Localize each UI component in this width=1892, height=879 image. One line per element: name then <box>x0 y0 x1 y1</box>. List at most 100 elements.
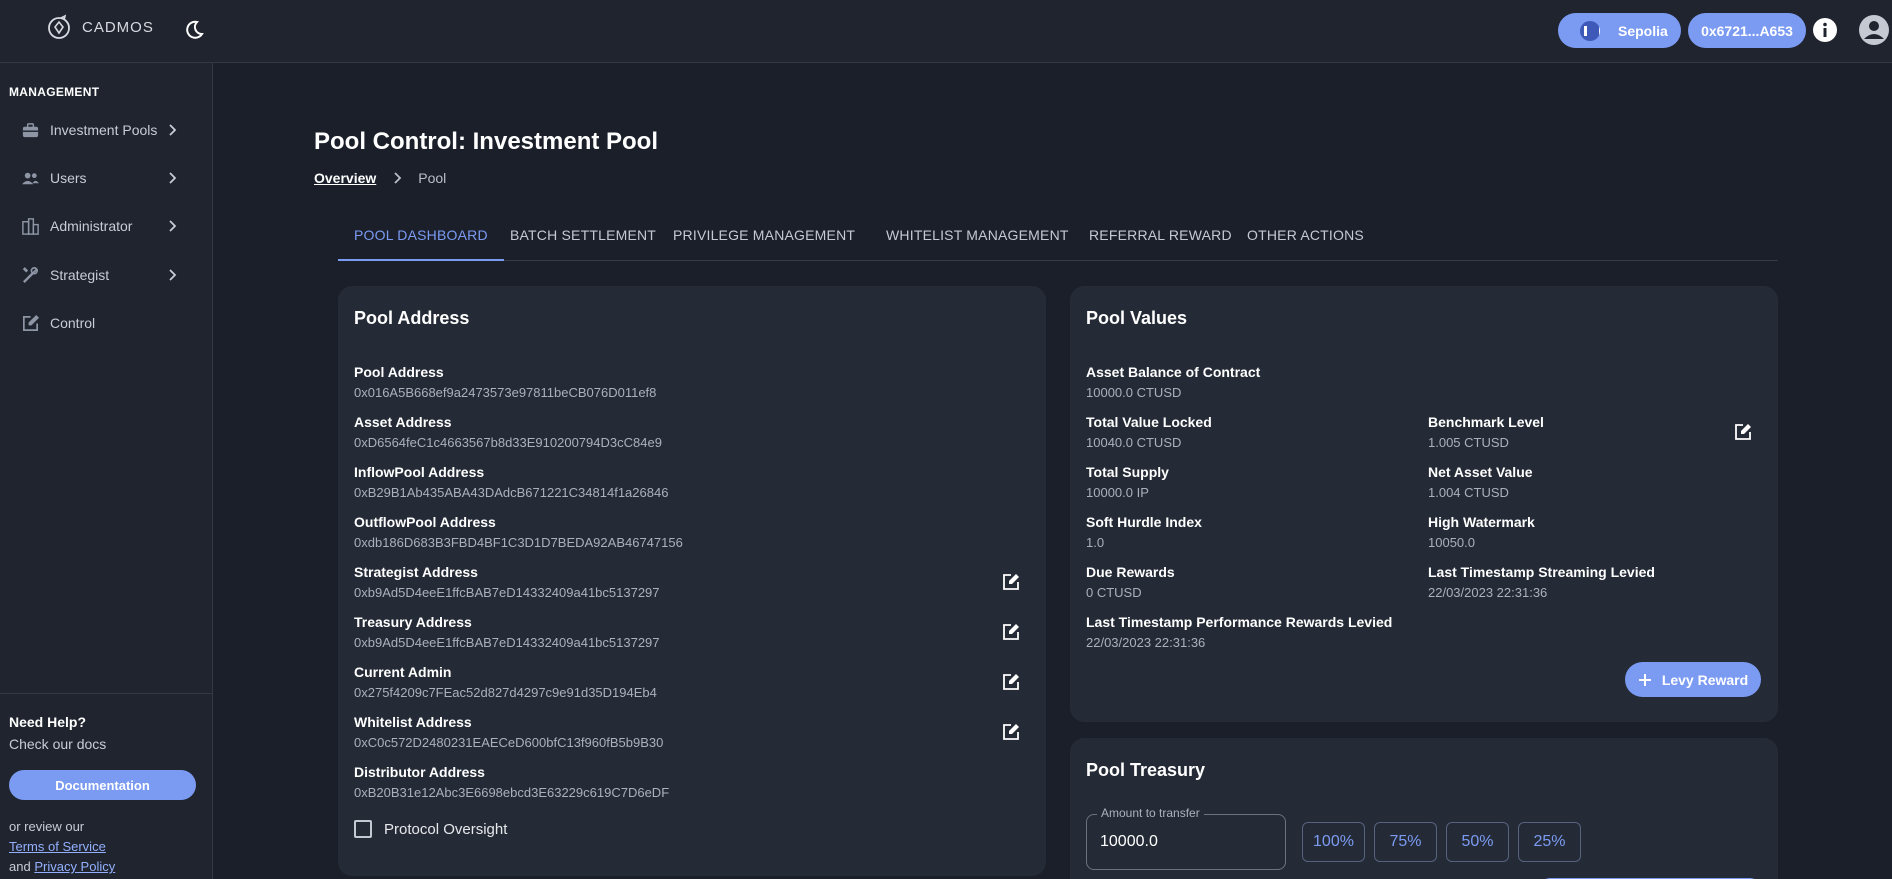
high-watermark-field: High Watermark 10050.0 <box>1428 514 1535 550</box>
breadcrumb-current: Pool <box>418 170 447 186</box>
sidebar-item-control[interactable]: Control <box>9 305 197 341</box>
net-asset-value-field: Net Asset Value 1.004 CTUSD <box>1428 464 1533 500</box>
sidebar-divider <box>0 693 212 694</box>
last-streaming-levied-field: Last Timestamp Streaming Levied 22/03/20… <box>1428 564 1655 600</box>
field-value: 0 CTUSD <box>1086 585 1142 600</box>
field-value: 0xC0c572D2480231EAECeD600bfC13f960fB5b9B… <box>354 735 664 750</box>
field-label: Current Admin <box>354 664 452 680</box>
edit-icon <box>22 314 40 331</box>
field-value: 1.004 CTUSD <box>1428 485 1509 500</box>
total-value-locked-field: Total Value Locked 10040.0 CTUSD <box>1086 414 1212 450</box>
page-title: Pool Control: Investment Pool <box>314 128 659 155</box>
sidebar-item-investment-pools[interactable]: Investment Pools <box>9 112 197 148</box>
levy-reward-label: Levy Reward <box>1661 671 1749 688</box>
plus-icon <box>1638 673 1651 686</box>
sidebar-item-users[interactable]: Users <box>9 160 197 196</box>
briefcase-icon <box>22 122 39 137</box>
terms-of-service-link[interactable]: Terms of Service <box>9 839 106 854</box>
field-label: Asset Balance of Contract <box>1086 364 1261 380</box>
network-button[interactable]: Sepolia <box>1558 13 1681 48</box>
sidebar-item-label: Investment Pools <box>50 122 158 138</box>
asset-balance-field: Asset Balance of Contract 10000.0 CTUSD <box>1086 364 1260 400</box>
field-label: Whitelist Address <box>354 714 472 730</box>
edit-benchmark-icon[interactable] <box>1734 423 1752 441</box>
tab-other-actions[interactable]: OTHER ACTIONS <box>1231 220 1380 261</box>
percent-75-button[interactable]: 75% <box>1374 822 1437 862</box>
field-label: Net Asset Value <box>1428 464 1533 480</box>
chevron-right-icon <box>169 172 177 184</box>
field-value: 22/03/2023 22:31:36 <box>1428 585 1548 600</box>
field-label: Last Timestamp Performance Rewards Levie… <box>1086 614 1393 630</box>
edit-admin-icon[interactable] <box>1002 673 1020 691</box>
asset-address-field: Asset Address 0xD6564feC1c4663567b8d33E9… <box>354 414 662 450</box>
account-address-label: 0x6721...A653 <box>1701 22 1793 39</box>
field-label: Distributor Address <box>354 764 485 780</box>
card-title: Pool Values <box>1086 308 1188 328</box>
field-value: 0xD6564feC1c4663567b8d33E910200794D3cC84… <box>354 435 662 450</box>
dark-mode-toggle-icon[interactable] <box>183 19 205 41</box>
field-value: 0xB29B1Ab435ABA43DAdcB671221C34814f1a268… <box>354 485 669 500</box>
sidebar-item-label: Control <box>50 315 96 331</box>
card-title: Pool Address <box>354 308 470 328</box>
chevron-right-icon <box>169 124 177 136</box>
edit-whitelist-icon[interactable] <box>1002 723 1020 741</box>
pool-treasury-card: Pool Treasury Amount to transfer 10000.0… <box>1070 738 1778 879</box>
percent-50-button[interactable]: 50% <box>1446 822 1509 862</box>
field-value: 0xb9Ad5D4eeE1ffcBAB7eD14332409a41bc51372… <box>354 635 660 650</box>
breadcrumb-overview-link[interactable]: Overview <box>314 170 376 186</box>
sidebar-item-administrator[interactable]: Administrator <box>9 208 197 244</box>
chevron-right-icon <box>394 172 402 184</box>
edit-treasury-icon[interactable] <box>1002 623 1020 641</box>
current-admin-field: Current Admin 0x275f4209c7FEac52d827d429… <box>354 664 657 700</box>
privacy-policy-link[interactable]: Privacy Policy <box>34 859 115 874</box>
field-value: 1.0 <box>1086 535 1105 550</box>
users-icon <box>21 172 40 184</box>
amount-to-transfer-input[interactable]: Amount to transfer 10000.0 <box>1086 806 1286 870</box>
field-value: 22/03/2023 22:31:36 <box>1086 635 1206 650</box>
amount-label: Amount to transfer <box>1097 806 1204 820</box>
account-address-button[interactable]: 0x6721...A653 <box>1688 13 1806 48</box>
network-label: Sepolia <box>1618 22 1668 39</box>
tab-pool-dashboard[interactable]: POOL DASHBOARD <box>338 220 504 261</box>
field-label: Asset Address <box>354 414 452 430</box>
tools-icon <box>22 266 39 283</box>
soft-hurdle-index-field: Soft Hurdle Index 1.0 <box>1086 514 1202 550</box>
tab-privilege-management[interactable]: PRIVILEGE MANAGEMENT <box>657 220 871 261</box>
network-icon <box>1580 20 1600 41</box>
account-icon[interactable] <box>1858 14 1890 46</box>
sidebar-item-strategist[interactable]: Strategist <box>9 257 197 293</box>
and-text: and <box>9 859 31 874</box>
sidebar-item-label: Users <box>50 170 87 186</box>
admin-icon <box>22 217 39 235</box>
tab-referral-reward[interactable]: REFERRAL REWARD <box>1073 220 1248 261</box>
edit-strategist-icon[interactable] <box>1002 573 1020 591</box>
tab-whitelist-management[interactable]: WHITELIST MANAGEMENT <box>870 220 1085 261</box>
pool-address-field: Pool Address 0x016A5B668ef9a2473573e9781… <box>354 364 656 400</box>
brand-name: CADMOS <box>82 18 154 36</box>
documentation-button[interactable]: Documentation <box>9 770 196 800</box>
percent-100-button[interactable]: 100% <box>1302 822 1365 862</box>
top-bar: CADMOS Sepolia 0x6721...A653 <box>0 0 1892 63</box>
field-label: Pool Address <box>354 364 444 380</box>
protocol-oversight-label: Protocol Oversight <box>384 820 508 838</box>
sidebar: MANAGEMENT Investment Pools Users Admini… <box>0 63 213 879</box>
whitelist-address-field: Whitelist Address 0xC0c572D2480231EAECeD… <box>354 714 663 750</box>
brand-logo[interactable]: CADMOS <box>46 14 154 40</box>
inflow-pool-address-field: InflowPool Address 0xB29B1Ab435ABA43DAdc… <box>354 464 668 500</box>
chevron-right-icon <box>169 220 177 232</box>
protocol-oversight-checkbox[interactable] <box>354 820 372 838</box>
breadcrumb: Overview Pool <box>314 170 446 186</box>
help-title: Need Help? <box>9 714 87 730</box>
sidebar-item-label: Strategist <box>50 267 110 283</box>
field-label: Total Value Locked <box>1086 414 1212 430</box>
field-value: 10050.0 <box>1428 535 1475 550</box>
strategist-address-field: Strategist Address 0xb9Ad5D4eeE1ffcBAB7e… <box>354 564 660 600</box>
amount-value: 10000.0 <box>1100 833 1158 850</box>
levy-reward-button[interactable]: Levy Reward <box>1625 662 1761 697</box>
protocol-oversight-row: Protocol Oversight <box>354 820 507 838</box>
field-value: 0xB20B31e12Abc3E6698ebcd3E63229c619C7D6e… <box>354 785 670 800</box>
percent-25-button[interactable]: 25% <box>1518 822 1581 862</box>
field-label: Due Rewards <box>1086 564 1175 580</box>
tab-batch-settlement[interactable]: BATCH SETTLEMENT <box>494 220 672 261</box>
info-icon[interactable] <box>1812 17 1838 43</box>
